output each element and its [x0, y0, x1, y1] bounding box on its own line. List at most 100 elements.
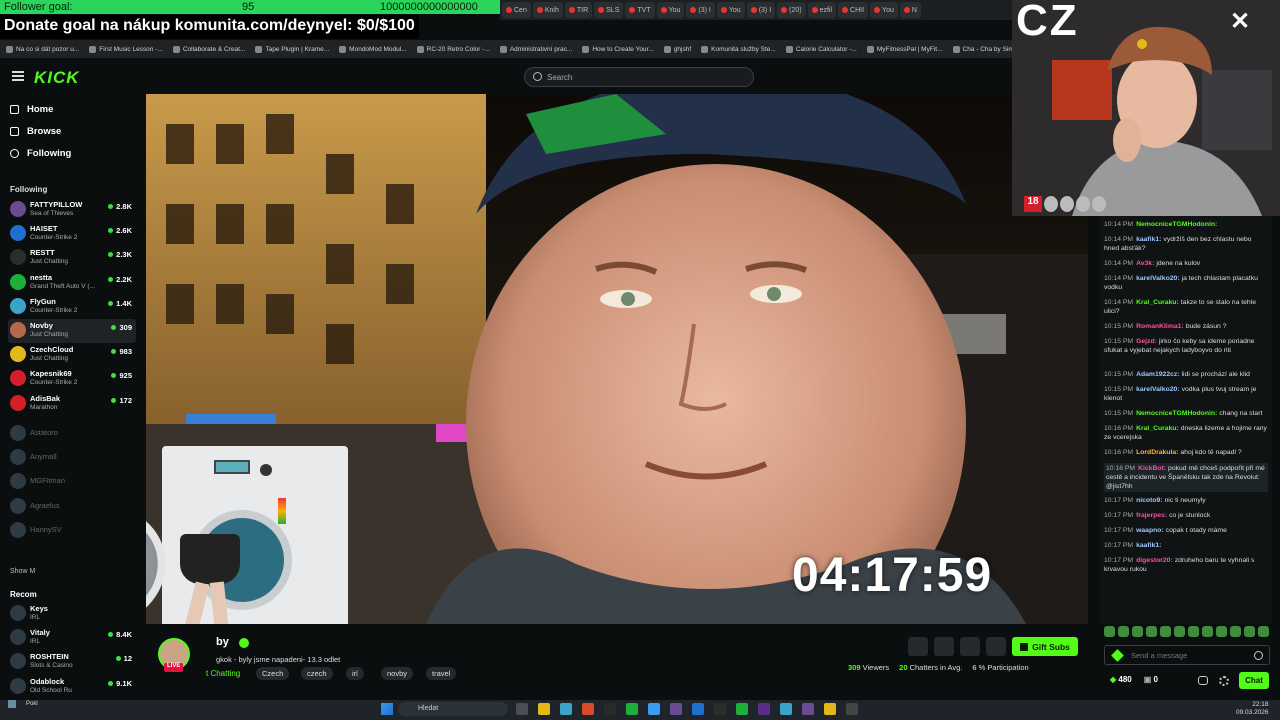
chat-message[interactable]: 10:15 PM NemocniceTGMHodonin: chang na sta…	[1104, 409, 1268, 418]
taskbar-app-icon[interactable]	[604, 703, 616, 715]
chat-message[interactable]: 10:15 PM karelValko20: vodka plus tvuj str…	[1104, 385, 1268, 403]
windows-start-icon[interactable]	[381, 703, 393, 715]
bookmark-item[interactable]: Tape Plugin | Krame...	[255, 45, 329, 53]
sidebar-channel-fattypillow[interactable]: FATTYPILLOW Sea of Thieves 2.8K	[8, 198, 136, 222]
taskbar-app-icon[interactable]	[516, 703, 528, 715]
sidebar-channel-adisbak[interactable]: AdisBak Marathon 172	[8, 392, 136, 416]
stream-tag[interactable]: novby	[381, 667, 414, 680]
emote-icon[interactable]	[1160, 626, 1171, 637]
browser-tab[interactable]: N	[899, 2, 921, 18]
chat-message[interactable]: 10:16 PM KickBot: pokud mě chceš podpořit …	[1104, 463, 1268, 492]
nav-home[interactable]: Home	[10, 104, 53, 115]
points-display[interactable]: ◆ 480	[1110, 675, 1132, 684]
emote-icon[interactable]	[1216, 626, 1227, 637]
chat-username[interactable]: karelValko20:	[1136, 275, 1179, 282]
stream-tag[interactable]: Czech	[256, 667, 290, 680]
chat-username[interactable]: NemocniceTGMHodonin:	[1136, 221, 1217, 228]
taskbar-app-icon[interactable]	[714, 703, 726, 715]
more-button[interactable]	[986, 637, 1006, 656]
chat-message[interactable]: 10:17 PM frajerpes: co je stunlock	[1104, 511, 1268, 520]
taskbar-app-icon[interactable]	[824, 703, 836, 715]
sidebar-channel-nestta[interactable]: nestta Grand Theft Auto V (... 2.2K	[8, 271, 136, 295]
chat-username[interactable]: kaafik1:	[1136, 236, 1161, 243]
chat-username[interactable]: Kral_Curaku:	[1136, 425, 1179, 432]
emote-icon[interactable]	[1202, 626, 1213, 637]
taskbar-app-icon[interactable]	[560, 703, 572, 715]
nav-following[interactable]: Following	[10, 148, 71, 159]
bookmark-item[interactable]: RC-20 Retro Color -...	[416, 45, 490, 53]
chat-message[interactable]: 10:14 PM Kral_Curaku: takze to se stalo na…	[1104, 298, 1268, 316]
chat-username[interactable]: digestor20:	[1136, 557, 1173, 564]
emote-icon[interactable]	[1146, 626, 1157, 637]
chat-message[interactable]: 10:14 PM NemocniceTGMHodonin:	[1104, 220, 1268, 229]
nav-browse[interactable]: Browse	[10, 126, 61, 137]
sidebar-channel-czechcloud[interactable]: CzechCloud Just Chatting 983	[8, 343, 136, 367]
emote-icon[interactable]	[1230, 626, 1241, 637]
taskbar-app-icon[interactable]	[780, 703, 792, 715]
browser-tab[interactable]: (3) I	[746, 2, 776, 18]
browser-tab[interactable]: TIR	[564, 2, 593, 18]
chat-username[interactable]: LordDrakula:	[1136, 449, 1178, 456]
sidebar-channel-haiset[interactable]: HAISET Counter-Strike 2 2.6K	[8, 222, 136, 246]
stream-category[interactable]: t Chatting	[206, 669, 240, 678]
other-display[interactable]: ▣ 0	[1144, 675, 1158, 684]
browser-tab[interactable]: SLS	[594, 2, 624, 18]
chat-message[interactable]: 10:14 PM Av3k: jdene na kulov	[1104, 259, 1268, 268]
chat-input[interactable]: Send a message	[1104, 645, 1270, 665]
streamer-name[interactable]: by	[216, 636, 229, 648]
chat-bubble-icon[interactable]	[1198, 676, 1208, 685]
bookmark-item[interactable]: Administrativní prac...	[499, 45, 572, 53]
emote-icon[interactable]	[1188, 626, 1199, 637]
taskbar-app-icon[interactable]	[802, 703, 814, 715]
menu-icon[interactable]	[12, 71, 24, 81]
browser-tab[interactable]: Knih	[532, 2, 563, 18]
chat-username[interactable]: RomanKlima1:	[1136, 323, 1184, 330]
chat-username[interactable]: nicoto9:	[1136, 497, 1162, 504]
browser-tab[interactable]: ezfil	[807, 2, 837, 18]
sidebar-channel-novby[interactable]: Novby Just Chatting 309	[8, 319, 136, 343]
taskbar-clock[interactable]: 22:18 09.03.2026	[1236, 701, 1269, 717]
chat-message[interactable]: 10:15 PM Adam1922cz: lidi se prochází ale …	[1104, 370, 1268, 379]
stream-tag[interactable]: czech	[301, 667, 333, 680]
browser-tab[interactable]: You	[716, 2, 745, 18]
notification-button[interactable]	[934, 637, 954, 656]
emote-icon[interactable]	[1104, 626, 1115, 637]
show-more-link[interactable]: Show M	[10, 568, 35, 575]
bookmark-item[interactable]: Cha - Cha by Simon...	[952, 45, 1012, 53]
sidebar-channel-offline[interactable]: HannySV	[8, 519, 136, 543]
chat-message[interactable]: 10:16 PM Kral_Curaku: dneska lizeme a hoji…	[1104, 424, 1268, 442]
chat-username[interactable]: waapno:	[1136, 527, 1164, 534]
settings-icon[interactable]	[1219, 676, 1229, 686]
emote-bar[interactable]	[1104, 626, 1274, 640]
taskbar-app-icon[interactable]	[736, 703, 748, 715]
chat-username[interactable]: Adam1922cz:	[1136, 371, 1179, 378]
chat-username[interactable]: Av3k:	[1136, 260, 1154, 267]
sidebar-channel-offline[interactable]: Agraelus	[8, 495, 136, 519]
sidebar-recommended-channel[interactable]: Keys IRL	[8, 602, 136, 626]
chat-message[interactable]: 10:14 PM karelValko20: ja tech chlastam pl…	[1104, 274, 1268, 292]
chat-message[interactable]: 10:15 PM RomanKlima1: bude zásun ?	[1104, 322, 1268, 331]
search-input[interactable]: Search	[524, 67, 754, 87]
bookmark-item[interactable]: ghjshf	[663, 45, 691, 53]
emote-icon[interactable]	[1132, 626, 1143, 637]
bookmark-item[interactable]: MondoMod Modul...	[339, 45, 407, 53]
taskbar-app-icon[interactable]	[758, 703, 770, 715]
sidebar-recommended-channel[interactable]: ROSHTEIN Slots & Casino 12	[8, 650, 136, 674]
taskbar-search[interactable]: Hledat	[398, 702, 508, 716]
bookmark-item[interactable]: Collaborate & Creat...	[172, 45, 245, 53]
taskbar-app-icon[interactable]	[670, 703, 682, 715]
browser-tab[interactable]: (20)	[777, 2, 806, 18]
chat-username[interactable]: frajerpes:	[1136, 512, 1167, 519]
chat-username[interactable]: kaafik1:	[1136, 542, 1161, 549]
browser-tab[interactable]: CHII	[838, 2, 869, 18]
browser-tab[interactable]: Cen	[502, 2, 531, 18]
emoji-icon[interactable]	[1254, 651, 1263, 660]
bookmark-item[interactable]: Calorie Calculator -...	[785, 45, 857, 53]
bookmark-item[interactable]: First Music Lesson -...	[89, 45, 163, 53]
bookmark-item[interactable]: Komunita služby Ste...	[701, 45, 776, 53]
chat-message[interactable]: 10:17 PM waapno: copak t otady máme	[1104, 526, 1268, 535]
bookmark-item[interactable]: MyFitnessPal | MyFit...	[866, 45, 943, 53]
sidebar-channel-offline[interactable]: MGFitman	[8, 470, 136, 494]
bookmark-item[interactable]: Na co si dát pozor u...	[6, 45, 79, 53]
taskbar-app-icon[interactable]	[626, 703, 638, 715]
